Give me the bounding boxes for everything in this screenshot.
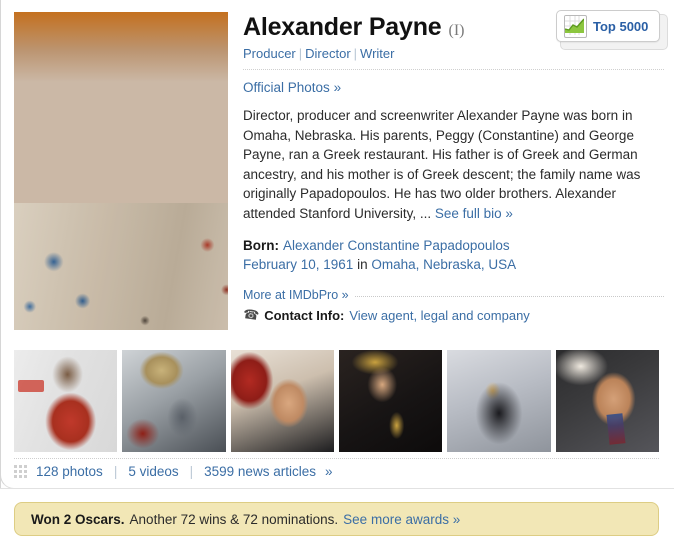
portrait-shirt bbox=[14, 202, 228, 330]
contact-info-label: Contact Info: bbox=[264, 307, 345, 323]
name-disambiguation: (I) bbox=[448, 22, 465, 39]
born-label: Born: bbox=[243, 238, 279, 254]
contact-info-link[interactable]: View agent, legal and company bbox=[349, 308, 529, 323]
more-at-imdbpro-link[interactable]: More at IMDbPro » bbox=[243, 288, 349, 302]
job-titles: Producer | Director | Writer bbox=[243, 46, 664, 61]
contact-info-row: ☎ Contact Info: View agent, legal and co… bbox=[242, 306, 664, 324]
born-info: Born: Alexander Constantine Papadopoulos … bbox=[243, 236, 651, 274]
photos-count-link[interactable]: 128 photos bbox=[36, 464, 103, 479]
see-more-awards-link[interactable]: See more awards » bbox=[343, 512, 460, 527]
bio-body: Director, producer and screenwriter Alex… bbox=[243, 108, 641, 221]
chevron-icon: » bbox=[324, 464, 333, 479]
awards-won-label: Won 2 Oscars. bbox=[31, 511, 125, 527]
name-row: Alexander Payne (I) bbox=[243, 13, 664, 41]
job-separator-2: | bbox=[353, 46, 358, 62]
awards-detail: Another 72 wins & 72 nominations. bbox=[129, 511, 339, 527]
phone-icon: ☎ bbox=[242, 306, 261, 324]
primary-photo[interactable] bbox=[14, 12, 228, 330]
job-link-director[interactable]: Director bbox=[305, 46, 351, 61]
birth-date-link[interactable]: February 10, 1961 bbox=[243, 257, 353, 272]
imdbpro-row: More at IMDbPro » bbox=[243, 288, 664, 302]
thumb-group-with-oscars[interactable] bbox=[447, 350, 551, 452]
news-count-link[interactable]: 3599 news articles bbox=[204, 464, 316, 479]
chevron-icon: » bbox=[333, 80, 342, 96]
birth-place-link[interactable]: Omaha, Nebraska, USA bbox=[371, 257, 516, 272]
job-separator-1: | bbox=[298, 46, 303, 62]
see-full-bio-link[interactable]: See full bio » bbox=[435, 206, 513, 221]
person-overview: Top 5000 Alexander Payne (I) Producer | Di… bbox=[0, 0, 674, 340]
official-photos-label: Official Photos bbox=[243, 80, 330, 96]
thumb-festival-interview[interactable] bbox=[555, 350, 659, 452]
imdbpro-dotted-rule bbox=[354, 295, 664, 297]
awards-banner: Won 2 Oscars. Another 72 wins & 72 nomin… bbox=[14, 502, 659, 536]
thumb-premiere-portrait[interactable] bbox=[230, 350, 334, 452]
thumb-red-carpet-epix[interactable] bbox=[14, 350, 118, 452]
person-details: Alexander Payne (I) Producer | Director | Wr… bbox=[242, 13, 664, 324]
divider-above-stats bbox=[14, 458, 659, 459]
grid-icon bbox=[14, 465, 27, 478]
birth-name-link[interactable]: Alexander Constantine Papadopoulos bbox=[283, 238, 510, 253]
thumb-governors-awards[interactable] bbox=[338, 350, 443, 452]
bio-text: Director, producer and screenwriter Alex… bbox=[243, 106, 651, 223]
official-photos-link[interactable]: Official Photos » bbox=[243, 80, 664, 95]
media-stats-bar: 128 photos | 5 videos | 3599 news articl… bbox=[14, 464, 332, 479]
person-page: Top 5000 Alexander Payne (I) Producer | Di… bbox=[0, 0, 674, 544]
photo-thumbnail-strip bbox=[14, 350, 659, 452]
born-in-word: in bbox=[357, 257, 368, 273]
page-title: Alexander Payne bbox=[243, 13, 442, 41]
job-link-writer[interactable]: Writer bbox=[360, 46, 394, 61]
videos-count-link[interactable]: 5 videos bbox=[128, 464, 178, 479]
stats-separator-1: | bbox=[113, 464, 118, 479]
more-at-imdbpro-label: More at IMDbPro bbox=[243, 288, 339, 303]
portrait-background-blur bbox=[14, 12, 228, 82]
chevron-icon: » bbox=[341, 288, 349, 303]
stats-separator-2: | bbox=[189, 464, 194, 479]
job-link-producer[interactable]: Producer bbox=[243, 46, 296, 61]
thumb-on-set-camera[interactable] bbox=[122, 350, 226, 452]
divider-under-jobs bbox=[243, 69, 664, 71]
card-bottom-border bbox=[0, 488, 674, 489]
